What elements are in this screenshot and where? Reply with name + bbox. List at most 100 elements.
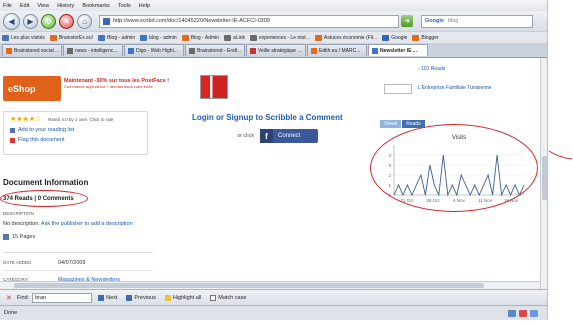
- url-text: http://www.scribd.com/doc/14045220/Newsl…: [113, 18, 270, 24]
- bookmark-favicon-icon: [250, 34, 257, 41]
- search-input[interactable]: Google blog: [421, 14, 533, 28]
- addon-icon[interactable]: [508, 309, 516, 317]
- menu-bookmarks[interactable]: Bookmarks: [82, 3, 110, 9]
- back-button[interactable]: ◀: [3, 12, 20, 30]
- bookmark-favicon-icon: [98, 34, 106, 41]
- scroll-thumb[interactable]: [542, 156, 547, 200]
- promo-line2: Commande aujourd'hui + demain dans votre…: [64, 84, 153, 89]
- flag-icon: [10, 137, 15, 143]
- home-icon: ⌂: [82, 16, 87, 26]
- status-bar: Done: [0, 305, 547, 320]
- or-click-text: or click: [237, 133, 255, 139]
- flag-document-link[interactable]: Flag this document: [10, 137, 141, 143]
- eshop-label: eShop: [8, 83, 36, 94]
- bookmark-item[interactable]: Blog - Admin: [181, 34, 219, 41]
- stop-button[interactable]: ✕: [59, 13, 74, 29]
- browser-tab[interactable]: Edith.eu / MARC...: [307, 44, 367, 56]
- browser-tab[interactable]: Brainstored - Endl...: [185, 44, 245, 56]
- annotation-circle: [0, 190, 88, 207]
- menu-view[interactable]: View: [37, 3, 49, 9]
- document-information-heading: Document Information: [3, 178, 89, 187]
- plus-icon: [10, 127, 15, 133]
- bookmark-item[interactable]: BrainstorEx.eu!: [49, 34, 93, 41]
- bookmark-item[interactable]: blog - admin: [140, 34, 177, 41]
- divider: [3, 252, 153, 253]
- go-arrow-icon: ➜: [404, 18, 410, 25]
- scroll-thumb[interactable]: [14, 283, 484, 288]
- bookmark-favicon-icon: [412, 34, 420, 41]
- bookmark-favicon-icon: [181, 34, 189, 41]
- tab-favicon-icon: [311, 47, 317, 54]
- menu-history[interactable]: History: [57, 3, 74, 9]
- bookmark-item[interactable]: Astuces économie (Fil...: [314, 34, 377, 41]
- bookmark-item[interactable]: aLink: [224, 34, 245, 41]
- reload-button[interactable]: ↻: [41, 13, 56, 29]
- facebook-connect-button[interactable]: f Connect: [260, 129, 318, 143]
- search-text: blog: [447, 18, 459, 24]
- browser-tab[interactable]: Brainstored social ...: [2, 44, 62, 56]
- menu-bar: File Edit View History Bookmarks Tools H…: [0, 0, 547, 11]
- find-next-button[interactable]: Next: [98, 294, 117, 301]
- close-find-icon[interactable]: ✕: [6, 294, 12, 302]
- related-documents: - 101 Reads L'Entreprise Familiale Tunis…: [418, 66, 492, 92]
- ask-publisher-link[interactable]: Ask the publisher to add a description: [41, 221, 133, 227]
- bookmark-favicon-icon: [49, 34, 57, 41]
- annotation-circle: [370, 124, 538, 212]
- menu-help[interactable]: Help: [139, 3, 150, 9]
- bookmark-item[interactable]: Google: [382, 34, 407, 41]
- browser-tab[interactable]: news - intelligenc...: [63, 44, 123, 56]
- pages-count: 15 Pages: [3, 234, 35, 240]
- bookmark-favicon-icon: [140, 34, 148, 41]
- menu-file[interactable]: File: [3, 3, 12, 9]
- status-text: Done: [4, 310, 18, 316]
- menu-tools[interactable]: Tools: [118, 3, 131, 9]
- add-to-reading-list-link[interactable]: Add to your reading list: [10, 127, 141, 133]
- promo-image[interactable]: [200, 75, 228, 99]
- pages-icon: [3, 234, 9, 240]
- home-button[interactable]: ⌂: [77, 13, 92, 29]
- eshop-banner[interactable]: eShop: [3, 76, 61, 101]
- go-button[interactable]: ➜: [401, 15, 413, 27]
- menu-edit[interactable]: Edit: [20, 3, 29, 9]
- status-icons: [505, 309, 538, 317]
- login-signup-link[interactable]: Login or Signup to Scribble a Comment: [192, 113, 343, 122]
- highlight-all-button[interactable]: Highlight all: [164, 294, 201, 301]
- bookmark-favicon-icon: [2, 34, 9, 41]
- related-doc-link[interactable]: L'Entreprise Familiale Tunisienne: [418, 85, 492, 92]
- tab-bar: Brainstored social ... news - intelligenc…: [0, 43, 547, 58]
- date-added-value: 04/07/2009: [58, 260, 86, 266]
- find-input[interactable]: bran: [32, 292, 93, 303]
- rating-stars-icon[interactable]: ★★★★☆: [10, 115, 41, 123]
- bookmark-item[interactable]: experiences - Le mot...: [250, 34, 310, 41]
- forward-arrow-icon: ▶: [27, 16, 34, 26]
- bookmark-item[interactable]: Les plus visités: [2, 34, 45, 41]
- facebook-icon: f: [260, 129, 273, 143]
- rating-text: Rated 4.0 by 1 user. Click to rate: [48, 117, 114, 122]
- forward-button[interactable]: ▶: [23, 13, 38, 29]
- addon-icon[interactable]: [530, 309, 538, 317]
- addon-icon[interactable]: [519, 309, 527, 317]
- find-previous-button[interactable]: Previous: [126, 294, 156, 301]
- bookmark-favicon-icon: [224, 34, 232, 41]
- horizontal-scrollbar[interactable]: [0, 281, 540, 289]
- related-reads[interactable]: - 101 Reads: [418, 66, 492, 73]
- bookmarks-toolbar: Les plus visités BrainstorEx.eu! Blog - ad…: [0, 31, 547, 43]
- browser-tab[interactable]: Newsletter IE ...: [368, 44, 428, 56]
- find-label: Find:: [16, 294, 30, 301]
- tab-views[interactable]: Views: [380, 120, 402, 128]
- match-case-checkbox[interactable]: Match case: [210, 294, 246, 301]
- vertical-scrollbar[interactable]: [540, 58, 547, 289]
- tab-favicon-icon: [189, 47, 195, 54]
- thumbnail-box[interactable]: [384, 84, 412, 94]
- connect-label: Connect: [278, 133, 301, 139]
- bookmark-item[interactable]: Blog - admin: [98, 34, 135, 41]
- stats-tabs: Views Reads: [380, 120, 426, 128]
- tab-favicon-icon: [372, 47, 378, 54]
- browser-tab[interactable]: Digo - Web Highl...: [124, 44, 184, 56]
- description-label: DESCRIPTION: [3, 211, 34, 216]
- browser-tab[interactable]: Veille stratégique ...: [246, 44, 306, 56]
- promo-text[interactable]: Maintenant -30% sur tous les PostFace ! …: [64, 78, 184, 89]
- bookmark-item[interactable]: Blogger: [412, 34, 439, 41]
- bookmark-favicon-icon: [314, 34, 322, 41]
- url-bar[interactable]: http://www.scribd.com/doc/14045220/Newsl…: [99, 14, 399, 28]
